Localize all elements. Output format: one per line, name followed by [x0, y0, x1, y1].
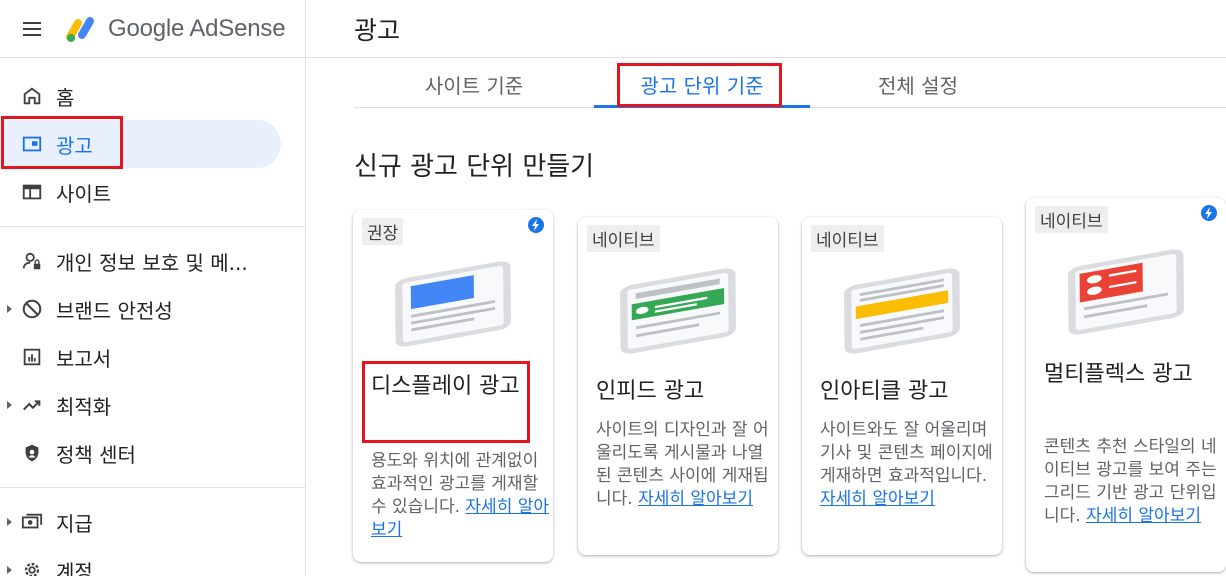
card-title: 인아티클 광고	[820, 379, 949, 404]
trending-up-icon	[20, 393, 44, 417]
display-ad-illustration	[395, 261, 511, 347]
sidebar-item-home[interactable]: 홈	[0, 72, 305, 120]
home-icon	[20, 84, 44, 108]
privacy-person-icon	[20, 249, 44, 273]
card-badge: 네이티브	[811, 225, 884, 252]
auto-bolt-icon	[528, 217, 544, 233]
sidebar-item-account[interactable]: 계정	[0, 546, 305, 576]
adsense-app: Google AdSense 홈 광고 사이트 개인 정보 보호 및 메... …	[0, 0, 1226, 576]
infeed-ad-illustration	[620, 268, 736, 354]
sites-icon	[20, 180, 44, 204]
sidebar-nav: 홈 광고 사이트 개인 정보 보호 및 메... 브랜드 안전성 보고서 최적화…	[0, 58, 305, 576]
card-description: 콘텐츠 추천 스타일의 네이티브 광고를 보여 주는 그리드 기반 광고 단위입…	[1044, 436, 1226, 528]
block-icon	[20, 297, 44, 321]
tab-overall-settings[interactable]: 전체 설정	[810, 62, 1026, 107]
expand-caret-icon[interactable]	[7, 305, 12, 313]
expand-caret-icon[interactable]	[7, 401, 12, 409]
sidebar-item-label: 정책 센터	[56, 442, 136, 467]
learn-more-link[interactable]: 자세히 알아보기	[820, 489, 935, 509]
expand-caret-icon[interactable]	[7, 518, 12, 526]
nav-divider	[0, 487, 305, 488]
card-badge: 권장	[362, 218, 404, 245]
section-title: 신규 광고 단위 만들기	[354, 152, 595, 182]
card-title: 인피드 광고	[596, 379, 705, 404]
ads-icon	[20, 132, 44, 156]
ad-unit-card-display[interactable]: 권장 디스플레이 광고 용도와 위치에 관계없이 효과적인 광고를 게재할 수 …	[353, 210, 553, 562]
sidebar-item-label: 홈	[56, 85, 75, 110]
sidebar-item-label: 광고	[56, 133, 93, 158]
page-title: 광고	[354, 15, 401, 45]
logo-bar: Google AdSense	[0, 0, 305, 58]
sidebar-item-label: 최적화	[56, 394, 112, 419]
card-description: 용도와 위치에 관계없이 효과적인 광고를 게재할 수 있습니다. 자세히 알아…	[371, 450, 553, 542]
sidebar-item-label: 보고서	[56, 346, 112, 371]
sidebar-item-label: 사이트	[56, 181, 112, 206]
sidebar-item-reports[interactable]: 보고서	[0, 333, 305, 381]
sidebar-item-label: 계정	[56, 559, 93, 576]
expand-caret-icon[interactable]	[7, 566, 12, 574]
hamburger-menu-icon[interactable]	[20, 17, 44, 41]
learn-more-link[interactable]: 자세히 알아보기	[1086, 506, 1201, 526]
card-title: 디스플레이 광고	[371, 374, 520, 399]
sidebar-item-brand-safety[interactable]: 브랜드 안전성	[0, 285, 305, 333]
card-title: 멀티플렉스 광고	[1044, 362, 1193, 387]
shield-icon	[20, 441, 44, 465]
adsense-logo-icon	[65, 16, 94, 42]
card-badge: 네이티브	[1035, 206, 1108, 233]
inarticle-ad-illustration	[844, 268, 960, 354]
sidebar-item-policy-center[interactable]: 정책 센터	[0, 429, 305, 477]
sidebar: Google AdSense 홈 광고 사이트 개인 정보 보호 및 메... …	[0, 0, 306, 576]
ad-unit-card-multiplex[interactable]: 네이티브 멀티플렉스 광고 콘텐츠 추천 스타일의 네이티브 광고를 보여 주는…	[1026, 198, 1226, 572]
sidebar-item-label: 개인 정보 보호 및 메...	[56, 250, 248, 275]
ad-unit-card-inarticle[interactable]: 네이티브 인아티클 광고 사이트와도 잘 어울리며 기사 및 콘텐츠 페이지에 …	[802, 217, 1002, 555]
tab-by-ad-unit[interactable]: 광고 단위 기준	[594, 62, 810, 108]
multiplex-ad-illustration	[1068, 249, 1184, 335]
reports-icon	[20, 345, 44, 369]
page-header: 광고	[306, 0, 1226, 58]
sidebar-item-privacy[interactable]: 개인 정보 보호 및 메...	[0, 237, 305, 285]
card-description: 사이트의 디자인과 잘 어울리도록 게시물과 나열된 콘텐츠 사이에 게재됩니다…	[596, 419, 778, 511]
sidebar-item-ads[interactable]: 광고	[0, 120, 281, 168]
tab-bar: 사이트 기준 광고 단위 기준 전체 설정	[354, 62, 1226, 108]
sidebar-item-label: 브랜드 안전성	[56, 298, 173, 323]
auto-bolt-icon	[1201, 205, 1217, 221]
main-content: 광고 사이트 기준 광고 단위 기준 전체 설정 신규 광고 단위 만들기 권장	[306, 0, 1226, 576]
payments-icon	[20, 510, 44, 534]
brand-name: Google AdSense	[108, 14, 286, 42]
sidebar-item-sites[interactable]: 사이트	[0, 168, 305, 216]
card-badge: 네이티브	[587, 225, 660, 252]
sidebar-item-optimization[interactable]: 최적화	[0, 381, 305, 429]
card-description-text: 사이트와도 잘 어울리며 기사 및 콘텐츠 페이지에 게재하면 효과적입니다.	[820, 420, 993, 486]
learn-more-link[interactable]: 자세히 알아보기	[638, 489, 753, 509]
nav-divider	[0, 226, 305, 227]
sidebar-item-payments[interactable]: 지급	[0, 498, 305, 546]
gear-icon	[20, 558, 44, 576]
ad-unit-card-infeed[interactable]: 네이티브 인피드 광고 사이트의 디자인과 잘 어울리도록 게시물과 나열된 콘…	[578, 217, 778, 555]
tab-by-site[interactable]: 사이트 기준	[354, 62, 594, 107]
sidebar-item-label: 지급	[56, 511, 93, 536]
card-description: 사이트와도 잘 어울리며 기사 및 콘텐츠 페이지에 게재하면 효과적입니다. …	[820, 419, 1002, 511]
